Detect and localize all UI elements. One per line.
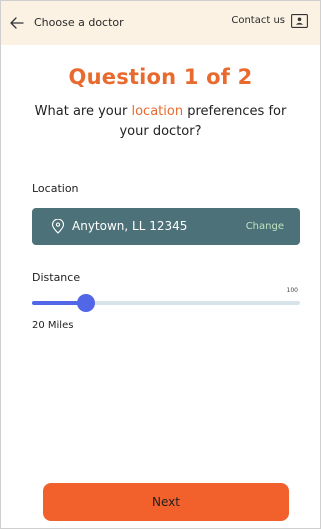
- question-text-highlight: location: [131, 104, 184, 119]
- question-title: Question 1 of 2: [68, 65, 253, 89]
- distance-value: 20 Miles: [32, 320, 74, 331]
- arrow-left-icon[interactable]: [9, 15, 25, 31]
- question-text: What are your location preferences for y…: [31, 102, 290, 142]
- question-text-start: What are your: [34, 104, 132, 119]
- map-pin-icon: [51, 219, 65, 234]
- distance-slider[interactable]: [32, 294, 300, 312]
- contact-us-button[interactable]: Contact us: [231, 13, 308, 29]
- app-screen: Choose a doctor Contact us Question 1 of…: [0, 0, 321, 529]
- header-bar: Choose a doctor Contact us: [1, 1, 320, 45]
- location-label: Location: [32, 182, 79, 195]
- slider-thumb[interactable]: [76, 294, 95, 312]
- next-button[interactable]: Next: [43, 483, 289, 521]
- location-value: Anytown, LL 12345: [72, 219, 188, 233]
- change-location-link[interactable]: Change: [246, 219, 284, 234]
- slider-max-label: 100: [286, 287, 298, 294]
- distance-label: Distance: [32, 271, 81, 284]
- contact-card-icon: [291, 14, 308, 28]
- contact-us-label: Contact us: [231, 15, 285, 26]
- location-field[interactable]: Anytown, LL 12345 Change: [32, 208, 300, 245]
- header-title: Choose a doctor: [34, 16, 124, 29]
